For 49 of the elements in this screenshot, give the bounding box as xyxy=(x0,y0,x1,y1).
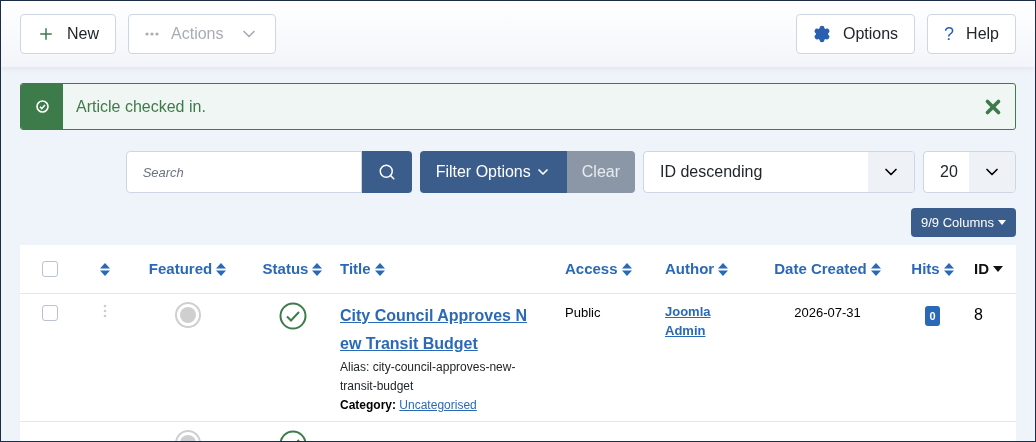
column-sort-link[interactable]: Featured xyxy=(148,257,227,281)
column-sort-link[interactable]: Title xyxy=(340,257,385,281)
question-mark-icon: ? xyxy=(944,25,955,43)
sort-icon xyxy=(312,262,323,276)
drag-handle-icon[interactable] xyxy=(103,304,107,318)
check-circle-icon xyxy=(35,100,49,113)
hits-badge: 0 xyxy=(925,306,940,326)
access-level: Public xyxy=(565,304,602,322)
search-button[interactable] xyxy=(361,151,412,193)
caret-icon xyxy=(998,220,1006,225)
category-label: Category: xyxy=(340,398,396,412)
sort-icon xyxy=(216,262,227,276)
column-sort-link[interactable]: ID xyxy=(974,257,1003,281)
author-name-link[interactable]: Joomla Admin xyxy=(665,302,725,340)
date-created: 2026-07-31 xyxy=(794,304,861,322)
column-sort-link[interactable]: Date Created xyxy=(774,257,881,281)
row-checkbox[interactable] xyxy=(42,305,58,321)
plus-icon xyxy=(37,25,55,43)
category-link[interactable]: Uncategorised xyxy=(399,398,477,412)
sort-icon xyxy=(943,262,954,276)
row-checkbox[interactable] xyxy=(42,261,58,277)
ordering-select[interactable]: ID descending xyxy=(643,151,915,193)
ordering-sort-button[interactable] xyxy=(100,262,110,276)
sort-icon xyxy=(621,262,632,276)
sort-down-icon xyxy=(993,266,1003,272)
settings-icon xyxy=(812,25,831,43)
filter-options-button[interactable]: Filter Options xyxy=(419,151,567,193)
new-button[interactable]: New xyxy=(20,14,116,54)
article-id: 8 xyxy=(973,305,984,325)
sort-icon xyxy=(718,262,729,276)
sort-icon xyxy=(100,262,110,276)
search-icon xyxy=(377,163,396,181)
sort-icon xyxy=(374,262,385,276)
column-sort-link[interactable]: Status xyxy=(262,257,323,281)
dots-icon xyxy=(145,32,159,36)
article-title-link[interactable]: City Council Approves New Transit Budget xyxy=(340,302,530,358)
help-button[interactable]: ? Help xyxy=(927,14,1016,54)
column-sort-link[interactable]: Access xyxy=(565,257,632,281)
options-button[interactable]: Options xyxy=(795,14,916,54)
article-alias: Alias: city-council-approves-new-transit-budget xyxy=(340,359,517,395)
alert-message: Article checked in. xyxy=(75,96,207,117)
column-sort-link[interactable]: Hits xyxy=(911,257,954,281)
columns-button[interactable]: 9/9 Columns xyxy=(911,208,1016,237)
limit-select[interactable]: 20 xyxy=(923,151,1016,193)
search-field[interactable]: Search xyxy=(125,151,362,193)
sort-icon xyxy=(870,262,881,276)
column-sort-link[interactable]: Author xyxy=(665,257,729,281)
check-circle-icon[interactable] xyxy=(278,302,307,330)
featured-toggle[interactable] xyxy=(174,302,201,328)
